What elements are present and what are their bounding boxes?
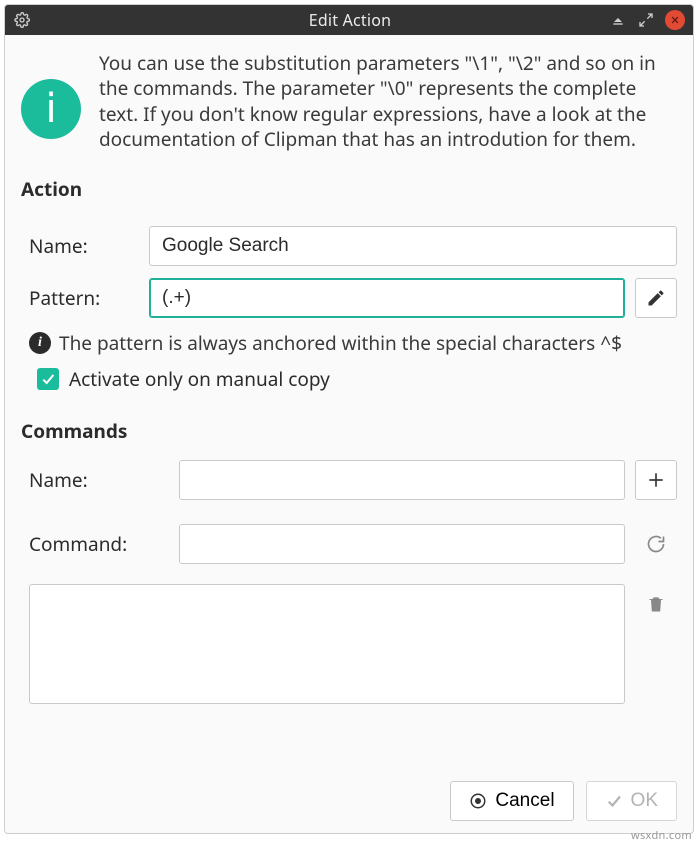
info-panel: i You can use the substitution parameter…	[21, 51, 677, 152]
pattern-hint-text: The pattern is always anchored within th…	[59, 330, 622, 356]
dialog-content: i You can use the substitution parameter…	[5, 35, 693, 833]
info-icon: i	[21, 79, 81, 139]
ok-label: OK	[631, 790, 658, 812]
edit-pattern-button[interactable]	[635, 278, 677, 318]
commands-form: Name: Command:	[29, 448, 677, 704]
titlebar[interactable]: Edit Action	[5, 5, 693, 35]
dialog-window: Edit Action i You can use the substituti…	[4, 4, 694, 834]
activate-checkbox-row[interactable]: Activate only on manual copy	[37, 366, 677, 392]
ok-button: OK	[586, 781, 677, 821]
hint-info-icon: i	[29, 332, 51, 354]
info-text: You can use the substitution parameters …	[99, 51, 677, 152]
name-field[interactable]	[149, 226, 677, 266]
window-title: Edit Action	[4, 9, 694, 31]
name-label: Name:	[29, 233, 139, 259]
action-form: Name: Pattern: i The pattern is always a…	[29, 214, 677, 400]
command-field[interactable]	[179, 524, 625, 564]
watermark: wsxdn.com	[631, 828, 692, 843]
add-command-button[interactable]	[635, 460, 677, 500]
delete-command-button[interactable]	[635, 584, 677, 624]
shade-icon[interactable]	[609, 11, 627, 29]
command-name-field[interactable]	[179, 460, 625, 500]
close-icon[interactable]	[665, 10, 685, 30]
pattern-hint: i The pattern is always anchored within …	[29, 330, 677, 356]
dialog-buttons: Cancel OK	[21, 765, 677, 821]
commands-list[interactable]	[29, 584, 625, 704]
checkbox-checked-icon[interactable]	[37, 368, 59, 390]
pattern-field[interactable]	[149, 278, 625, 318]
cancel-label: Cancel	[495, 790, 554, 812]
action-heading: Action	[21, 176, 677, 202]
command-label: Command:	[29, 531, 169, 557]
cancel-button[interactable]: Cancel	[450, 781, 573, 821]
command-name-label: Name:	[29, 467, 169, 493]
activate-label: Activate only on manual copy	[69, 366, 330, 392]
refresh-command-button[interactable]	[635, 524, 677, 564]
commands-heading: Commands	[21, 418, 677, 444]
pattern-label: Pattern:	[29, 285, 139, 311]
settings-icon[interactable]	[13, 11, 31, 29]
maximize-icon[interactable]	[637, 11, 655, 29]
